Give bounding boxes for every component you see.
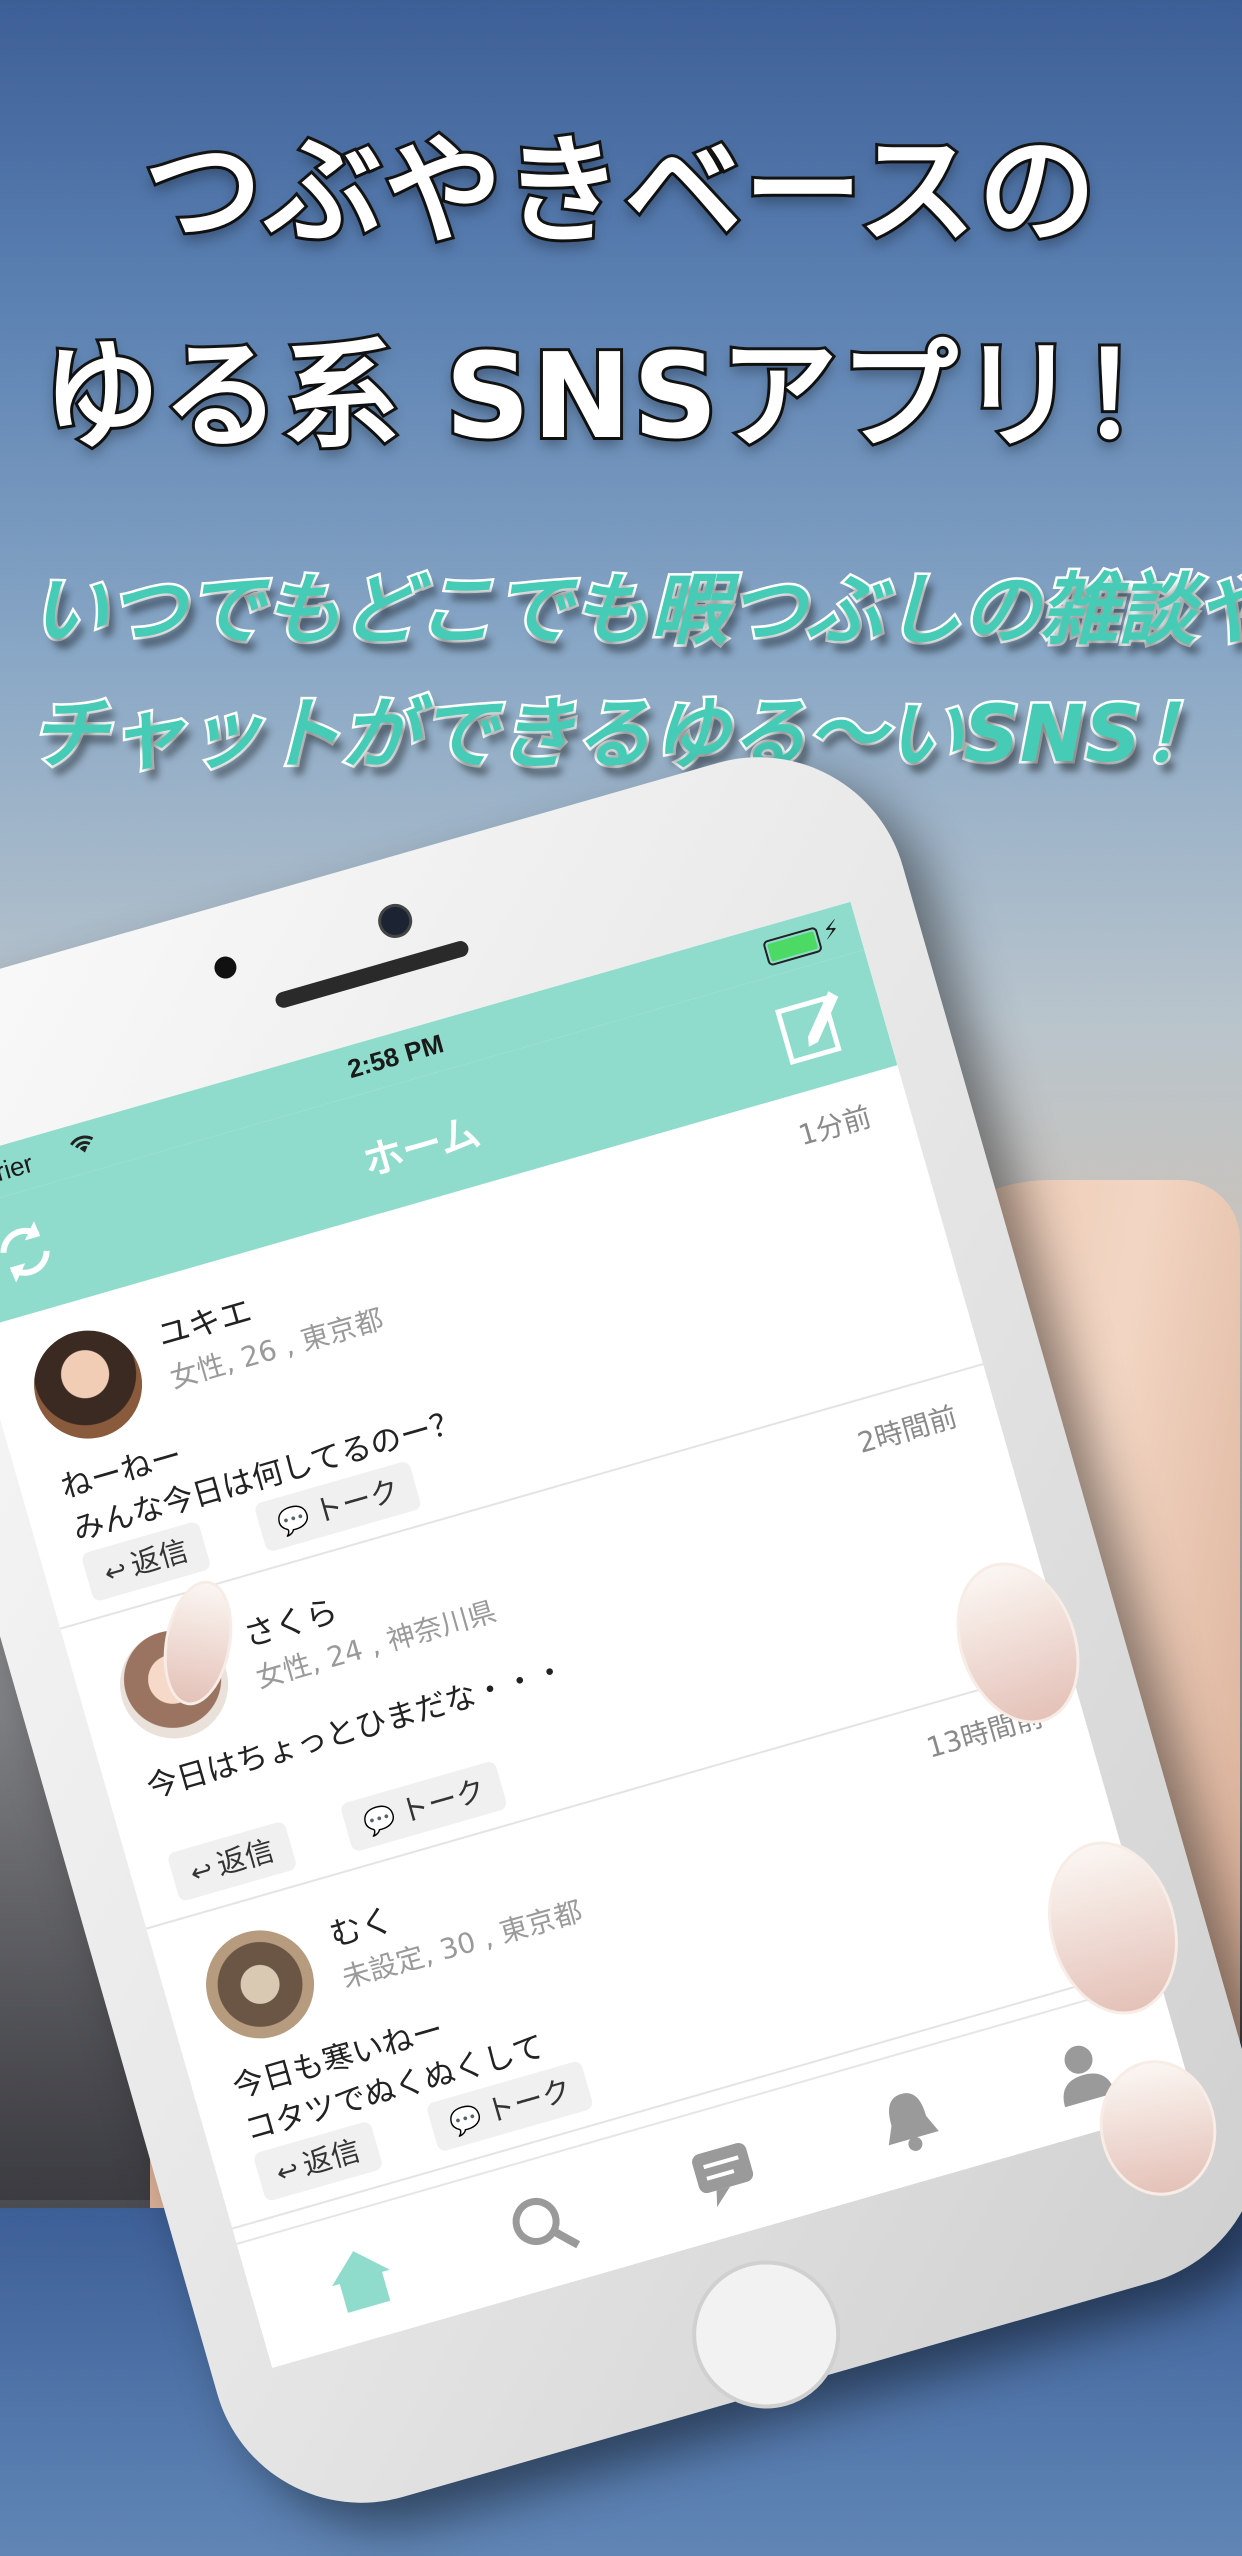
subheadline-line2: チャットができるゆる〜いSNS！ [28, 688, 1222, 783]
subheadline-line1: いつでもどこでも暇つぶしの雑談や [28, 564, 1242, 659]
reply-arrow-icon: ↩ [273, 2154, 303, 2190]
headline-line1: つぶやきベースの [141, 119, 1099, 263]
speech-bubble-icon: 💬 [360, 1802, 400, 1840]
reply-arrow-icon: ↩ [187, 1854, 217, 1890]
reply-arrow-icon: ↩ [101, 1554, 131, 1590]
avatar[interactable] [21, 1317, 155, 1452]
home-icon[interactable] [311, 2229, 410, 2328]
post-time: 1分前 [794, 1100, 875, 1153]
bell-icon[interactable] [859, 2071, 958, 2170]
headline-line2: ゆる系 SNSアプリ！ [39, 324, 1201, 468]
reply-button[interactable]: ↩返信 [166, 1820, 298, 1903]
speech-bubble-icon: 💬 [446, 2102, 486, 2140]
post-time: 2時間前 [853, 1400, 961, 1460]
search-icon[interactable] [494, 2176, 593, 2275]
speech-bubble-icon: 💬 [274, 1502, 314, 1541]
avatar[interactable] [193, 1917, 327, 2052]
